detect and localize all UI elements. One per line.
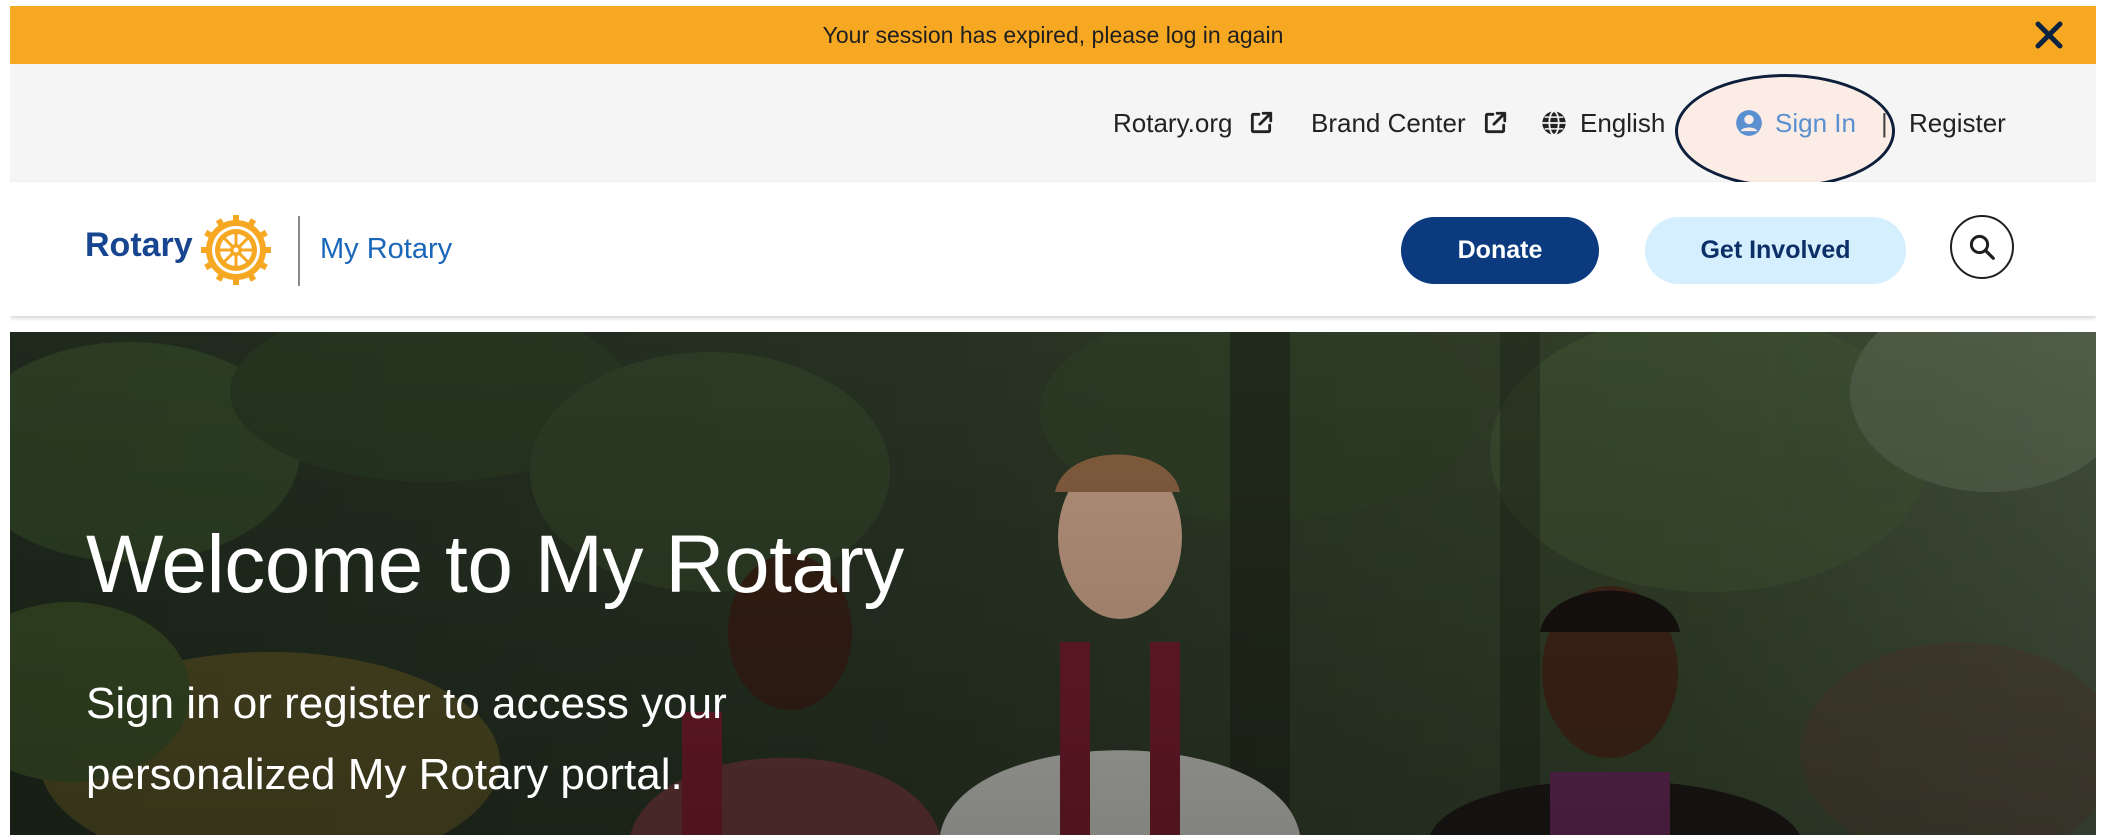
user-circle-icon [1736,110,1762,136]
hero-subtitle: Sign in or register to access your perso… [86,679,727,799]
search-button[interactable] [1950,215,2014,279]
register-label: Register [1909,107,2006,138]
rotary-org-label: Rotary.org [1113,107,1233,138]
sign-in-label: Sign In [1775,107,1856,138]
external-link-icon [1251,111,1273,134]
site-header: Rotary My Rotary Donate Get Involved [10,182,2096,316]
nav-separator: | [1881,64,1888,182]
get-involved-button[interactable]: Get Involved [1645,217,1906,284]
brand-center-link[interactable]: Brand Center [1311,64,1508,182]
sign-in-link[interactable]: Sign In [1735,64,1856,182]
banner-close-button[interactable] [2032,18,2066,52]
globe-icon [1542,110,1566,136]
session-expired-banner: Your session has expired, please log in … [10,6,2096,64]
separator-glyph: | [1881,107,1888,138]
page-frame: Your session has expired, please log in … [10,0,2096,835]
banner-message: Your session has expired, please log in … [822,21,1284,48]
logo-divider [298,216,300,286]
close-icon [2035,21,2063,49]
register-link[interactable]: Register [1909,64,2006,182]
donate-button[interactable]: Donate [1401,217,1599,284]
search-icon [1969,234,1995,260]
rotary-org-link[interactable]: Rotary.org [1113,64,1274,182]
my-rotary-title[interactable]: My Rotary [320,233,452,266]
external-link-icon [1484,111,1506,134]
brand-center-label: Brand Center [1311,107,1466,138]
rotary-wheel-logo-icon [201,215,271,285]
hero-section: Welcome to My Rotary Sign in or register… [10,332,2096,835]
language-selector[interactable]: English [1540,64,1697,182]
get-involved-label: Get Involved [1700,236,1851,264]
rotary-logo-text[interactable]: Rotary [85,226,193,265]
donate-label: Donate [1457,236,1543,264]
language-label: English [1580,107,1666,138]
hero-title: Welcome to My Rotary [86,519,904,610]
